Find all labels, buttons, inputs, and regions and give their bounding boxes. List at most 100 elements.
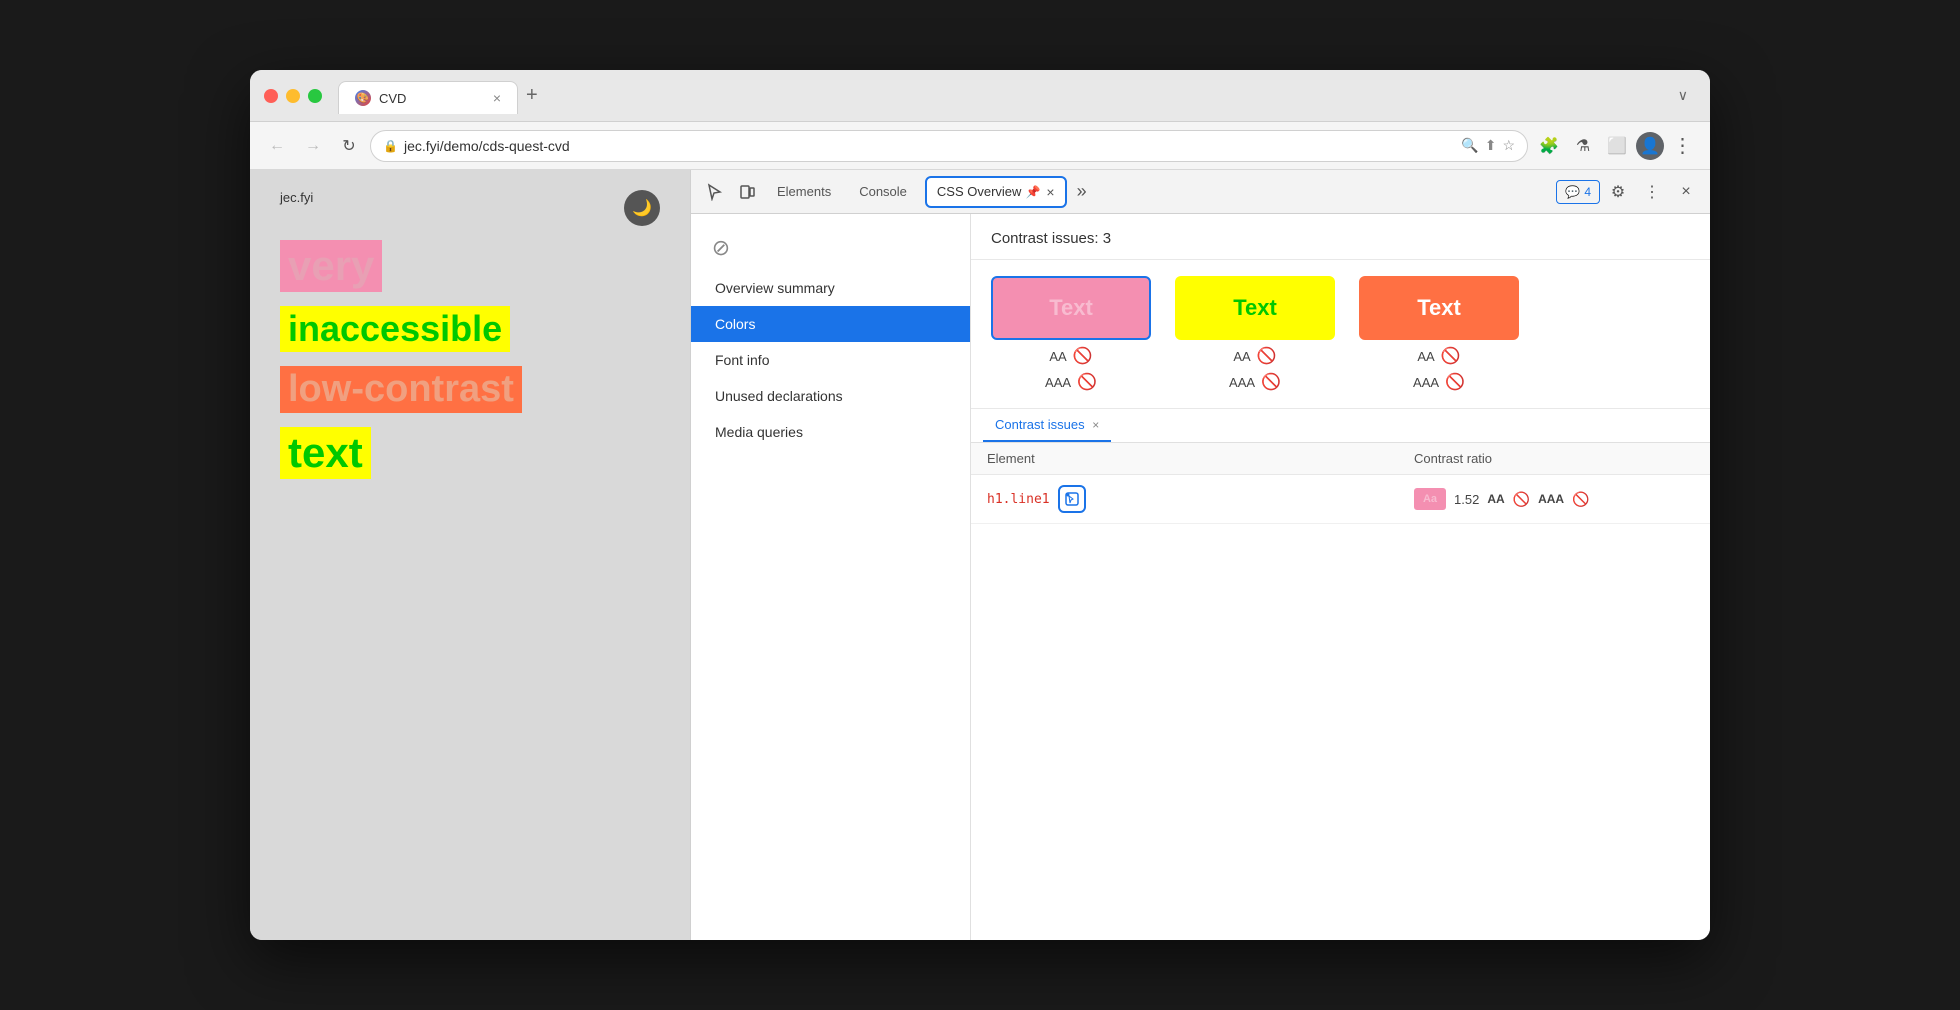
back-button[interactable]: ←: [262, 131, 292, 161]
contrast-table-header: Element Contrast ratio: [971, 443, 1710, 475]
devtools-close-button[interactable]: ×: [1670, 176, 1702, 208]
aa-fail-icon-3: 🚫: [1441, 346, 1461, 366]
element-selector-1: h1.line1: [987, 492, 1050, 507]
aaa-row-3: AAA 🚫: [1413, 372, 1465, 392]
aa-fail-table-1: 🚫: [1513, 491, 1530, 508]
text-preview-yellow[interactable]: Text: [1175, 276, 1335, 340]
devtools-right-icons: 💬 4 ⚙ ⋮ ×: [1556, 176, 1702, 208]
contrast-card-2: Text AA 🚫 AAA 🚫: [1175, 276, 1335, 392]
aa-label-2: AA: [1233, 349, 1250, 364]
contrast-ratio-value-1: 1.52: [1454, 492, 1479, 507]
tab-title: CVD: [379, 91, 406, 106]
css-overview-pin-icon: 📌: [1025, 185, 1040, 199]
extensions-button[interactable]: 🧩: [1534, 131, 1564, 161]
aaa-label-2: AAA: [1229, 375, 1255, 390]
site-name: jec.fyi: [280, 190, 313, 205]
css-overview-label: CSS Overview: [937, 184, 1022, 199]
forward-button[interactable]: →: [298, 131, 328, 161]
maximize-window-button[interactable]: [308, 89, 322, 103]
device-icon: [738, 183, 756, 201]
aa-label-1: AA: [1049, 349, 1066, 364]
tab-css-overview[interactable]: CSS Overview 📌 ×: [925, 176, 1067, 208]
aaa-row-1: AAA 🚫: [1045, 372, 1097, 392]
tab-bar: 🎨 CVD × + ∨: [338, 77, 1696, 114]
new-tab-button[interactable]: +: [518, 84, 546, 107]
contrast-sample-1: Aa: [1414, 488, 1446, 510]
demo-word-very: very: [280, 240, 382, 292]
contrast-issues-panel: Contrast issues × Element Contrast ratio…: [971, 409, 1710, 940]
lock-icon: 🔒: [383, 139, 398, 153]
aaa-badge-1: AAA: [1538, 492, 1564, 506]
col-element-label: Element: [987, 451, 1414, 466]
tab-elements[interactable]: Elements: [763, 176, 845, 207]
inspect-icon: [1064, 491, 1080, 507]
more-tabs-button[interactable]: »: [1071, 181, 1093, 202]
aaa-fail-table-1: 🚫: [1572, 491, 1589, 508]
ct-ratio-1: Aa 1.52 AA 🚫 AAA 🚫: [1414, 488, 1694, 510]
tab-close-button[interactable]: ×: [493, 91, 501, 105]
aa-label-3: AA: [1417, 349, 1434, 364]
demo-word-inaccessible: inaccessible: [280, 306, 510, 352]
bookmark-icon: ☆: [1502, 137, 1515, 154]
text-preview-pink[interactable]: Text: [991, 276, 1151, 340]
nav-bar: ← → ↻ 🔒 jec.fyi/demo/cds-quest-cvd 🔍 ⬆ ☆…: [250, 122, 1710, 170]
demo-word-text: text: [280, 427, 371, 479]
minimize-window-button[interactable]: [286, 89, 300, 103]
aaa-row-2: AAA 🚫: [1229, 372, 1281, 392]
aaa-label-1: AAA: [1045, 375, 1071, 390]
panel-tab-close-button[interactable]: ×: [1092, 418, 1099, 432]
sidebar-item-unused-declarations[interactable]: Unused declarations: [691, 378, 970, 414]
address-bar[interactable]: 🔒 jec.fyi/demo/cds-quest-cvd 🔍 ⬆ ☆: [370, 130, 1528, 162]
tab-dropdown-button[interactable]: ∨: [1670, 87, 1696, 104]
contrast-card-1: Text AA 🚫 AAA 🚫: [991, 276, 1151, 392]
sidebar-no-icon: ⊘: [703, 230, 739, 266]
browser-window: 🎨 CVD × + ∨ ← → ↻ 🔒 jec.fyi/demo/cds-que…: [250, 70, 1710, 940]
ct-element-1: h1.line1: [987, 485, 1414, 513]
contrast-issues-header: Contrast issues: 3: [971, 214, 1710, 260]
close-window-button[interactable]: [264, 89, 278, 103]
aa-fail-icon-2: 🚫: [1257, 346, 1277, 366]
panel-tab-label: Contrast issues: [995, 417, 1085, 432]
more-button[interactable]: ⋮: [1668, 131, 1698, 161]
dark-mode-button[interactable]: 🌙: [624, 190, 660, 226]
devtools-sidebar: ⊘ Overview summary Colors Font info Unus…: [691, 214, 971, 940]
aa-badge-1: AA: [1487, 492, 1504, 506]
panel-tab-contrast-issues[interactable]: Contrast issues ×: [983, 409, 1111, 442]
page-top-row: jec.fyi 🌙: [280, 190, 660, 226]
demo-word-low-contrast: low-contrast: [280, 366, 522, 413]
inspect-element-button[interactable]: [699, 176, 731, 208]
main-area: jec.fyi 🌙 very inaccessible low-contrast…: [250, 170, 1710, 940]
sidebar-item-font-info[interactable]: Font info: [691, 342, 970, 378]
inspect-element-button-1[interactable]: [1058, 485, 1086, 513]
aa-fail-icon-1: 🚫: [1073, 346, 1093, 366]
share-icon: ⬆: [1485, 137, 1497, 154]
settings-button[interactable]: ⚙: [1602, 176, 1634, 208]
tab-favicon: 🎨: [355, 90, 371, 106]
devtools-more-options-button[interactable]: ⋮: [1636, 176, 1668, 208]
split-button[interactable]: ⬜: [1602, 131, 1632, 161]
cursor-icon: [706, 183, 724, 201]
devtools-body: ⊘ Overview summary Colors Font info Unus…: [691, 214, 1710, 940]
sidebar-item-overview-summary[interactable]: Overview summary: [691, 270, 970, 306]
col-ratio-label: Contrast ratio: [1414, 451, 1694, 466]
css-overview-close-button[interactable]: ×: [1046, 184, 1054, 200]
lab-button[interactable]: ⚗: [1568, 131, 1598, 161]
contrast-card-3: Text AA 🚫 AAA 🚫: [1359, 276, 1519, 392]
refresh-button[interactable]: ↻: [334, 131, 364, 161]
panel-tabs: Contrast issues ×: [971, 409, 1710, 443]
aaa-fail-icon-1: 🚫: [1077, 372, 1097, 392]
traffic-lights: [264, 89, 322, 103]
tab-console[interactable]: Console: [845, 176, 921, 207]
text-preview-orange[interactable]: Text: [1359, 276, 1519, 340]
sidebar-item-media-queries[interactable]: Media queries: [691, 414, 970, 450]
aa-row-2: AA 🚫: [1233, 346, 1276, 366]
search-icon: 🔍: [1461, 137, 1478, 154]
profile-button[interactable]: 👤: [1636, 132, 1664, 160]
issues-badge-button[interactable]: 💬 4: [1556, 180, 1600, 204]
address-text: jec.fyi/demo/cds-quest-cvd: [404, 138, 1455, 154]
aa-row-1: AA 🚫: [1049, 346, 1092, 366]
devtools-tabs: Elements Console CSS Overview 📌 × »: [763, 176, 1556, 208]
browser-tab[interactable]: 🎨 CVD ×: [338, 81, 518, 114]
sidebar-item-colors[interactable]: Colors: [691, 306, 970, 342]
device-toolbar-button[interactable]: [731, 176, 763, 208]
